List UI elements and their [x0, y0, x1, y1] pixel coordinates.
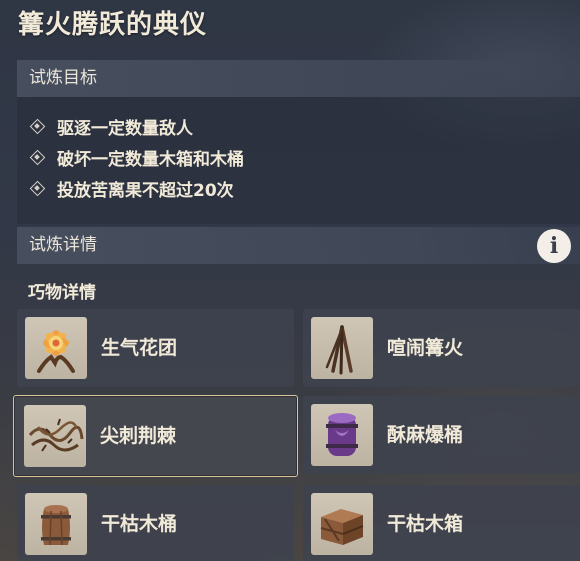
- diamond-bullet-icon: [29, 118, 45, 134]
- wooden-crate-icon: [311, 493, 373, 555]
- objective-item: 驱逐一定数量敌人: [29, 111, 193, 141]
- diamond-bullet-icon: [29, 180, 45, 196]
- info-icon[interactable]: i: [537, 229, 571, 263]
- details-header: 试炼详情: [17, 227, 580, 264]
- gadget-card-bonfire[interactable]: 喧闹篝火: [303, 309, 580, 387]
- objectives-header: 试炼目标: [17, 60, 580, 97]
- gadget-details-heading: 巧物详情: [28, 283, 96, 303]
- diamond-bullet-icon: [29, 149, 45, 165]
- objective-text: 破坏一定数量木箱和木桶: [57, 149, 244, 170]
- gadget-card-flower[interactable]: 生气花团: [17, 309, 294, 387]
- objective-text: 驱逐一定数量敌人: [57, 118, 193, 139]
- objective-item: 投放苦离果不超过20次: [29, 173, 234, 203]
- gadget-label: 干枯木箱: [387, 513, 464, 535]
- wooden-barrel-icon: [25, 493, 87, 555]
- gadget-label: 喧闹篝火: [387, 337, 464, 359]
- gadget-card-thorns[interactable]: 尖刺荆棘: [13, 395, 298, 477]
- gadget-label: 尖刺荆棘: [100, 425, 177, 447]
- bonfire-icon: [311, 317, 373, 379]
- gadget-label: 干枯木桶: [101, 513, 178, 535]
- gadget-label: 酥麻爆桶: [387, 424, 464, 446]
- gadget-card-wooden-barrel[interactable]: 干枯木桶: [17, 485, 294, 561]
- gadget-label: 生气花团: [101, 337, 178, 359]
- page-title: 篝火腾跃的典仪: [18, 10, 208, 40]
- objective-item: 破坏一定数量木箱和木桶: [29, 142, 244, 172]
- gadget-card-wooden-crate[interactable]: 干枯木箱: [303, 485, 580, 561]
- gadget-card-purple-barrel[interactable]: 酥麻爆桶: [303, 396, 580, 474]
- objectives-list: 驱逐一定数量敌人 破坏一定数量木箱和木桶 投放苦离果不超过20次: [17, 97, 580, 224]
- purple-barrel-icon: [311, 404, 373, 466]
- objective-text: 投放苦离果不超过20次: [57, 180, 234, 201]
- flower-cluster-icon: [25, 317, 87, 379]
- thorns-icon: [24, 405, 86, 467]
